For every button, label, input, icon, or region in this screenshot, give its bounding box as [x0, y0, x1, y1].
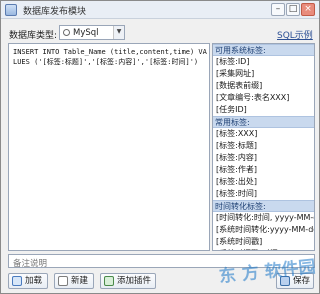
sql-example-link[interactable]: SQL示例	[277, 28, 313, 41]
tag-item[interactable]: [系统时间戳]	[213, 236, 314, 248]
tag-group-header: 时间转化标签:	[213, 200, 314, 212]
save-button[interactable]: 保存	[276, 273, 314, 289]
tag-group-header: 可用系统标签:	[213, 44, 314, 56]
tags-panel[interactable]: 可用系统标签: [标签:ID] [采集网址] [数据表前缀] [文章编号:表名XXX][…	[212, 43, 315, 251]
tag-item[interactable]: [采集网址]	[213, 68, 314, 80]
tag-item[interactable]: [时间转化:时间, yyyy-MM-dd]	[213, 212, 314, 224]
tag-item[interactable]: [标签:内容]	[213, 152, 314, 164]
new-file-icon	[58, 276, 68, 286]
tag-item[interactable]: [标签:XXX]	[213, 128, 314, 140]
new-button-label: 新建	[71, 276, 89, 286]
tag-group-header: 常用标签:	[213, 116, 314, 128]
window-title: 数据库发布模块	[23, 7, 87, 17]
tag-item[interactable]: [标签:出处]	[213, 176, 314, 188]
sql-editor-text[interactable]: INSERT INTO Table_Name (title,content,ti…	[13, 47, 207, 67]
tag-item[interactable]: [标签:时间]	[213, 188, 314, 200]
load-icon	[12, 276, 22, 286]
load-button[interactable]: 加载	[8, 273, 48, 289]
close-button[interactable]: ×	[301, 3, 315, 16]
add-plugin-button[interactable]: 添加插件	[100, 273, 156, 289]
add-plugin-button-label: 添加插件	[117, 276, 152, 286]
tag-item[interactable]: [系统时间戳:时间]	[213, 248, 314, 250]
title-bar[interactable]: 数据库发布模块 – □ ×	[1, 1, 319, 19]
db-type-select[interactable]: MySql ▼	[59, 25, 125, 40]
tag-item[interactable]: [系统时间转化:yyyy-MM-dd]	[213, 224, 314, 236]
tag-item[interactable]: [标签:标题]	[213, 140, 314, 152]
plugin-icon	[104, 276, 114, 286]
maximize-button[interactable]: □	[286, 3, 300, 16]
minimize-button[interactable]: –	[271, 3, 285, 16]
save-icon	[280, 276, 290, 286]
db-type-label: 数据库类型:	[9, 31, 58, 41]
remark-field[interactable]: 备注说明	[8, 254, 315, 269]
new-button[interactable]: 新建	[54, 273, 94, 289]
load-button-label: 加载	[25, 276, 43, 286]
tag-item[interactable]: [任务ID]	[213, 104, 314, 116]
dialog-window: 数据库发布模块 – □ × 数据库类型: MySql ▼ SQL示例 INSER…	[0, 0, 320, 294]
tag-item[interactable]: [标签:作者]	[213, 164, 314, 176]
save-button-label: 保存	[293, 276, 311, 286]
remark-placeholder: 备注说明	[13, 259, 48, 269]
tag-item[interactable]: [数据表前缀]	[213, 80, 314, 92]
chevron-down-icon[interactable]: ▼	[113, 26, 124, 39]
db-type-value: MySql	[73, 28, 99, 38]
sql-editor[interactable]: INSERT INTO Table_Name (title,content,ti…	[8, 43, 210, 251]
tag-item[interactable]: [文章编号:表名XXX]	[213, 92, 314, 104]
database-icon	[63, 29, 70, 36]
tag-item[interactable]: [标签:ID]	[213, 56, 314, 68]
bottom-toolbar: 加载 新建 添加插件 保存	[1, 271, 319, 293]
app-icon	[5, 4, 17, 16]
